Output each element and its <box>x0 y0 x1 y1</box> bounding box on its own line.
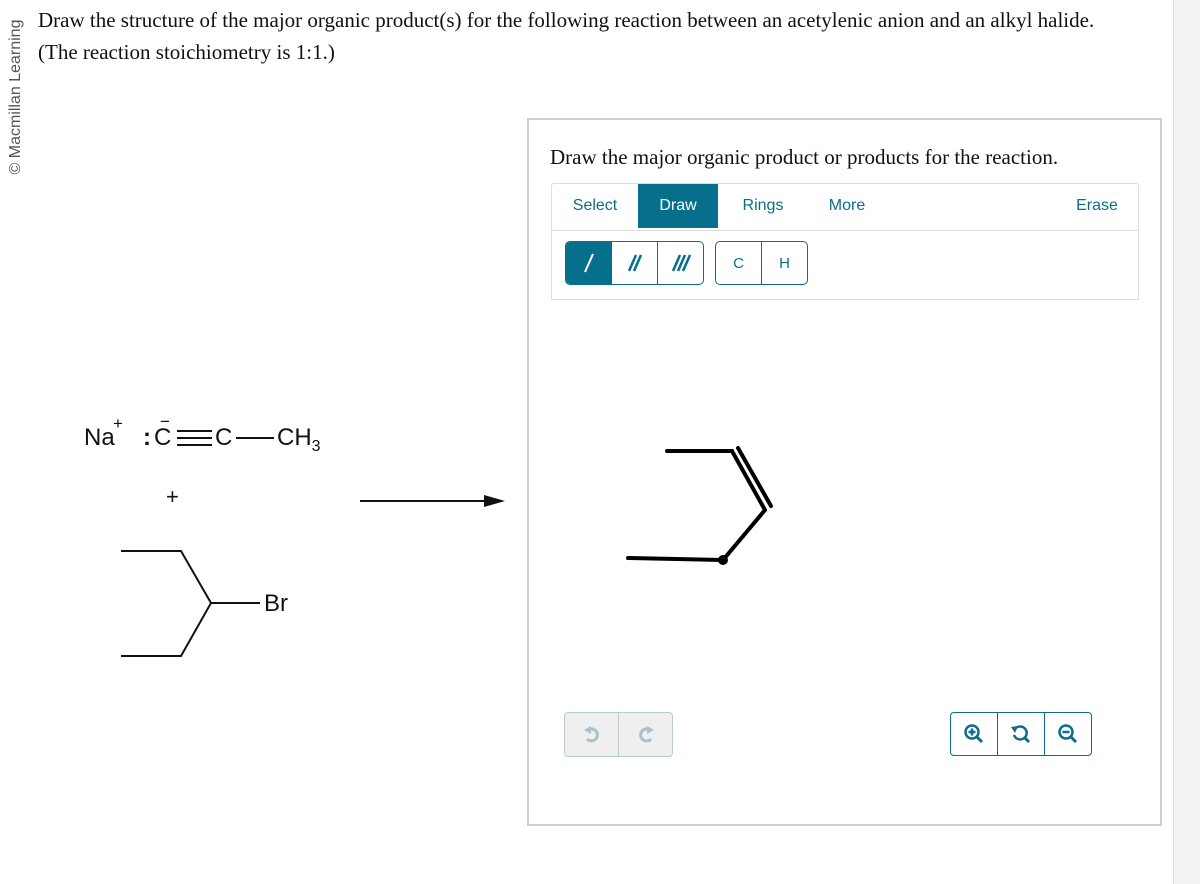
page-scrollbar[interactable] <box>1173 0 1200 884</box>
methyl-subscript: 3 <box>311 437 321 455</box>
sodium-label: Na <box>84 424 115 451</box>
bromine-label: Br <box>264 590 288 617</box>
draw-subtoolbar: C H <box>551 229 1139 300</box>
zoom-out-icon <box>1058 724 1078 744</box>
triple-bond-button[interactable] <box>658 242 703 284</box>
question-stoichiometry: (The reaction stoichiometry is 1:1.) <box>38 40 335 64</box>
tab-draw[interactable]: Draw <box>638 184 718 228</box>
undo-icon <box>583 725 599 742</box>
carbon-atom-button[interactable]: C <box>716 242 762 284</box>
redo-icon <box>638 725 654 742</box>
double-bond-button[interactable] <box>612 242 658 284</box>
zoom-in-icon <box>964 724 984 744</box>
alkyl-skeleton <box>121 550 213 657</box>
copyright-label: © Macmillan Learning <box>7 19 24 175</box>
carbon-1: C <box>154 424 172 451</box>
history-tool-group <box>564 712 673 757</box>
tab-erase[interactable]: Erase <box>1062 184 1132 228</box>
question-text: Draw the structure of the major organic … <box>38 8 1095 32</box>
methyl-label: CH3 <box>277 424 321 456</box>
hydrogen-atom-button[interactable]: H <box>762 242 807 284</box>
tab-rings[interactable]: Rings <box>728 184 798 228</box>
undo-button[interactable] <box>565 713 619 756</box>
triple-bond-icon <box>671 254 691 272</box>
editor-prompt: Draw the major organic product or produc… <box>550 145 1059 169</box>
lone-pair: : <box>143 424 151 451</box>
sodium-charge: + <box>113 414 123 433</box>
tab-select[interactable]: Select <box>560 184 630 228</box>
tab-more[interactable]: More <box>812 184 882 228</box>
zoom-out-button[interactable] <box>1045 713 1091 755</box>
zoom-reset-icon <box>1011 725 1031 744</box>
double-bond-icon <box>627 254 642 272</box>
methyl-text: CH <box>277 424 312 451</box>
bond-tool-group <box>565 241 704 285</box>
editor-toolbar: Select Draw Rings More Erase <box>551 183 1139 231</box>
single-bond-button[interactable] <box>566 242 612 284</box>
plus-sign: + <box>166 484 179 509</box>
zoom-in-button[interactable] <box>951 713 998 755</box>
zoom-tool-group <box>950 712 1092 756</box>
reaction-arrow-head <box>484 495 505 507</box>
atom-tool-group: C H <box>715 241 808 285</box>
zoom-reset-button[interactable] <box>998 713 1045 755</box>
single-bond-icon <box>583 253 594 273</box>
redo-button[interactable] <box>619 713 672 756</box>
carbon-2: C <box>215 424 233 451</box>
